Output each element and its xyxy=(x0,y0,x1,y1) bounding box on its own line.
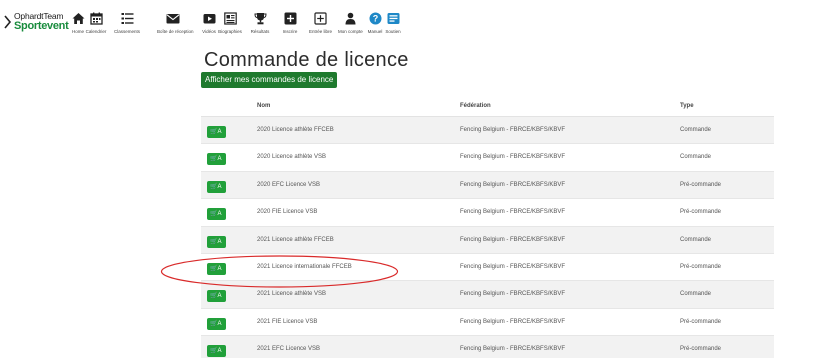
header-federation: Fédération xyxy=(460,103,491,109)
order-button[interactable]: 🛒A xyxy=(207,126,226,138)
table-row: 🛒A 2021 Licence athlète FFCEB Fencing Be… xyxy=(201,226,774,254)
order-button-label: A xyxy=(217,129,222,135)
order-button[interactable]: 🛒A xyxy=(207,262,226,275)
nav-rankings[interactable]: Classements xyxy=(113,12,141,34)
svg-text:?: ? xyxy=(372,14,378,24)
biography-icon xyxy=(223,12,237,25)
order-type: Commande xyxy=(680,154,712,161)
order-type: Commande xyxy=(680,236,712,243)
calendar-icon xyxy=(89,12,103,25)
order-type: Commande xyxy=(680,291,712,298)
nav-results-label: Résultats xyxy=(250,29,270,34)
nav-calendar-label: Calendrier xyxy=(85,29,107,34)
federation-name: Fencing Belgium - FBRCE/KBFS/KBVF xyxy=(460,127,566,133)
expand-square-icon xyxy=(313,12,327,25)
plus-square-icon xyxy=(284,12,296,25)
federation-name: Fencing Belgium - FBRCE/KBFS/KBVF xyxy=(460,263,566,270)
license-name: 2021 FIE Licence VSB xyxy=(257,318,318,325)
order-button[interactable]: 🛒A xyxy=(207,290,226,303)
nav-biographies[interactable]: Biographies xyxy=(216,12,244,34)
federation-name: Fencing Belgium - FBRCE/KBFS/KBVF xyxy=(460,346,566,353)
nav-manual[interactable]: ? Manuel xyxy=(366,12,384,34)
federation-name: Fencing Belgium - FBRCE/KBFS/KBVF xyxy=(460,154,566,161)
order-button[interactable]: 🛒A xyxy=(207,345,226,358)
mail-icon xyxy=(166,14,180,24)
license-name: 2021 Licence internationale FFCEB xyxy=(257,263,352,270)
nav-free-entry[interactable]: Entrée libre xyxy=(309,12,333,34)
order-button-label: A xyxy=(217,183,222,190)
show-my-orders-button[interactable]: Afficher mes commandes de licence xyxy=(201,72,338,88)
nav-account[interactable]: Mon compte xyxy=(338,12,363,34)
order-button[interactable]: 🛒A xyxy=(207,208,226,221)
nav-inbox[interactable]: Boîte de réception xyxy=(157,12,194,34)
order-button-label: A xyxy=(217,265,222,272)
federation-name: Fencing Belgium - FBRCE/KBFS/KBVF xyxy=(460,318,566,325)
nav-support-label: Soutien xyxy=(385,29,401,34)
table-row: 🛒A 2020 EFC Licence VSB Fencing Belgium … xyxy=(201,171,774,200)
video-icon xyxy=(203,14,215,24)
nav-biographies-label: Biographies xyxy=(218,29,242,34)
table-row: 🛒A 2021 Licence athlète VSB Fencing Belg… xyxy=(201,281,774,309)
brand-subtitle: Sportevent xyxy=(14,20,69,32)
order-button-label: A xyxy=(217,348,222,355)
table-row: 🛒A 2021 FIE Licence VSB Fencing Belgium … xyxy=(201,309,774,337)
table-row: 🛒A 2020 Licence athlète VSB Fencing Belg… xyxy=(201,144,774,172)
federation-name: Fencing Belgium - FBRCE/KBFS/KBVF xyxy=(460,236,566,243)
table-row: 🛒A 2021 EFC Licence VSB Fencing Belgium … xyxy=(201,336,774,358)
order-type: Pré-commande xyxy=(680,263,722,270)
nav-rankings-label: Classements xyxy=(113,29,140,34)
order-type: Commande xyxy=(680,127,712,133)
nav-inbox-label: Boîte de réception xyxy=(157,29,194,34)
support-icon xyxy=(387,13,399,24)
nav-manual-label: Manuel xyxy=(367,29,383,34)
help-icon: ? xyxy=(369,12,381,25)
top-navigation: OphardtTeam Sportevent Home Calendrier C… xyxy=(0,0,824,44)
order-button[interactable]: 🛒A xyxy=(207,317,226,330)
order-type: Pré-commande xyxy=(680,209,722,216)
federation-name: Fencing Belgium - FBRCE/KBFS/KBVF xyxy=(460,181,566,188)
order-type: Pré-commande xyxy=(680,318,722,325)
federation-name: Fencing Belgium - FBRCE/KBFS/KBVF xyxy=(460,209,566,216)
page-title: Commande de licence xyxy=(204,49,409,71)
header-type: Type xyxy=(680,103,694,109)
nav-results[interactable]: Résultats xyxy=(249,12,271,34)
user-icon xyxy=(345,12,355,25)
license-name: 2021 Licence athlète VSB xyxy=(257,291,327,298)
order-button-label: A xyxy=(217,211,222,218)
table-header: Nom Fédération Type xyxy=(201,100,774,117)
license-name: 2020 Licence athlète VSB xyxy=(257,154,327,161)
home-icon xyxy=(72,13,84,24)
header-nom: Nom xyxy=(257,103,271,109)
table-row: 🛒A 2020 FIE Licence VSB Fencing Belgium … xyxy=(201,199,774,227)
table-row: 🛒A 2020 Licence athlète FFCEB Fencing Be… xyxy=(201,117,774,145)
nav-account-label: Mon compte xyxy=(338,29,363,34)
order-button-label: A xyxy=(217,320,222,327)
brand-logo[interactable]: OphardtTeam Sportevent xyxy=(4,11,69,35)
nav-support[interactable]: Soutien xyxy=(383,12,403,34)
federation-name: Fencing Belgium - FBRCE/KBFS/KBVF xyxy=(460,291,566,298)
table-row: 🛒A 2021 Licence internationale FFCEB Fen… xyxy=(201,254,774,282)
trophy-icon xyxy=(253,13,267,25)
order-button-label: A xyxy=(217,156,222,163)
order-button[interactable]: 🛒A xyxy=(207,180,226,193)
order-type: Pré-commande xyxy=(680,181,722,188)
order-button-label: A xyxy=(217,293,222,300)
nav-register-label: Inscrire xyxy=(282,29,298,34)
order-type: Pré-commande xyxy=(680,346,722,353)
order-button[interactable]: 🛒A xyxy=(207,235,226,248)
license-table: 🛒A 2020 Licence athlète FFCEB Fencing Be… xyxy=(201,117,774,358)
license-name: 2020 FIE Licence VSB xyxy=(257,209,318,216)
nav-register[interactable]: Inscrire xyxy=(280,12,300,34)
license-name: 2021 Licence athlète FFCEB xyxy=(257,236,334,243)
license-name: 2020 EFC Licence VSB xyxy=(257,181,321,188)
license-name: 2021 EFC Licence VSB xyxy=(257,346,321,353)
nav-calendar[interactable]: Calendrier xyxy=(84,12,108,34)
nav-free-entry-label: Entrée libre xyxy=(309,29,333,34)
order-button[interactable]: 🛒A xyxy=(207,153,226,166)
ranking-list-icon xyxy=(121,13,133,24)
license-name: 2020 Licence athlète FFCEB xyxy=(257,127,334,133)
brand-mark-icon xyxy=(4,15,12,29)
order-button-label: A xyxy=(217,238,222,245)
